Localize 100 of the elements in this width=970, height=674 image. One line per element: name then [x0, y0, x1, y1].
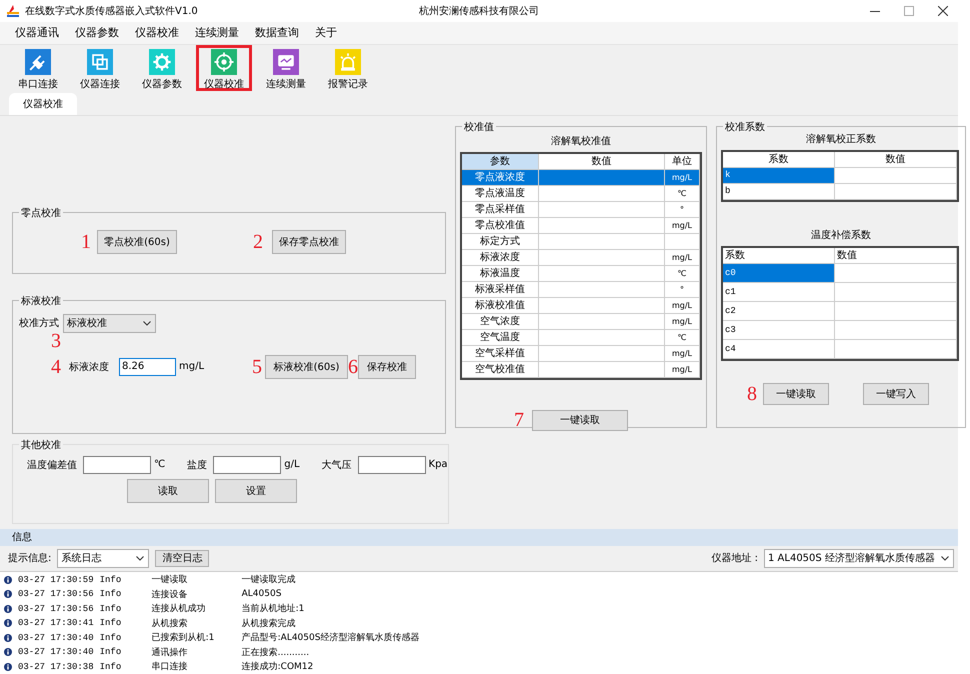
column-header[interactable]: 参数 [462, 154, 539, 170]
toolbar-button[interactable]: 仪器参数 [134, 44, 190, 91]
log-level: Info [100, 604, 122, 614]
table-cell[interactable]: 零点校准值 [462, 218, 539, 234]
toolbar-button[interactable]: 报警记录 [320, 44, 376, 91]
group-title: 标液校准 [20, 294, 62, 308]
group-title: 校准系数 [724, 120, 766, 134]
log-action: 串口连接 [152, 660, 189, 674]
menu-item[interactable]: 关于 [314, 23, 338, 42]
log-message: 一键读取完成 [242, 574, 296, 586]
write-all-button[interactable]: 一键写入 [863, 382, 929, 405]
column-header[interactable]: 数值 [539, 154, 665, 170]
menu-item[interactable]: 仪器参数 [74, 23, 120, 42]
address-dropdown[interactable]: 1 AL4050S 经济型溶解氧水质传感器 [764, 548, 954, 568]
table-cell[interactable]: c4 [723, 340, 835, 359]
log-action: 已搜索到从机:1 [152, 632, 216, 644]
column-header[interactable]: 单位 [665, 154, 700, 170]
menu-item[interactable]: 仪器校准 [134, 23, 180, 42]
table-cell[interactable]: 空气温度 [462, 330, 539, 346]
action-button[interactable]: 设置 [215, 478, 297, 503]
field-label: 温度偏差值 [27, 458, 77, 472]
company-name: 杭州安澜传感科技有限公司 [419, 4, 539, 18]
table-cell[interactable]: k [723, 168, 835, 184]
table-cell[interactable]: 零点液温度 [462, 186, 539, 202]
log-filter-dropdown[interactable]: 系统日志 [57, 548, 150, 568]
log-time: 03-27 17:30:41 [18, 618, 94, 628]
menu-item[interactable]: 仪器通讯 [14, 23, 60, 42]
standard-calibrate-button[interactable]: 标液校准(60s) [265, 354, 348, 379]
table-cell: ° [665, 202, 700, 218]
log-level: Info [100, 632, 122, 643]
action-button[interactable]: 读取 [127, 478, 209, 503]
table-cell: mg/L [665, 314, 700, 330]
table-cell: mg/L [665, 170, 700, 186]
table-cell[interactable]: c3 [723, 320, 835, 340]
step-number: 2 [253, 232, 263, 252]
window-title: 在线数字式水质传感器嵌入式软件V1.0 [25, 4, 198, 18]
tab[interactable]: 仪器校准 [9, 92, 77, 115]
read-all-button[interactable]: 一键读取 [763, 382, 829, 405]
menu-item[interactable]: 数据查询 [254, 23, 300, 42]
table-cell[interactable]: 空气浓度 [462, 314, 539, 330]
log-level: Info [100, 618, 122, 628]
table-cell[interactable]: c1 [723, 282, 835, 302]
table-cell[interactable]: b [723, 184, 835, 200]
read-all-button[interactable]: 一键读取 [532, 410, 628, 431]
table-cell[interactable]: c2 [723, 302, 835, 321]
panel-title: 信息 [12, 530, 32, 544]
clear-log-button[interactable]: 清空日志 [155, 550, 210, 567]
table-title: 温度补偿系数 [810, 228, 872, 242]
concentration-field[interactable]: 8.26 [119, 358, 176, 376]
column-header: 系数 [723, 248, 835, 264]
table-title: 溶解氧校正系数 [805, 132, 877, 146]
concentration-label: 标液浓度 [69, 360, 109, 374]
toolbar-button[interactable]: 连续测量 [258, 44, 314, 91]
log-action: 通讯操作 [152, 646, 189, 659]
log-action: 一键读取 [152, 574, 189, 586]
table-cell[interactable]: c0 [723, 264, 835, 283]
table-cell: ℃ [665, 330, 700, 346]
save-calibration-button[interactable]: 保存校准 [358, 354, 416, 379]
log-message: 正在搜索........... [242, 646, 310, 659]
table-cell[interactable]: 标液温度 [462, 266, 539, 282]
table-cell[interactable]: 零点液浓度 [462, 170, 539, 186]
column-header: 数值 [835, 248, 957, 264]
group-title: 校准值 [463, 120, 495, 134]
log-level: Info [100, 662, 122, 672]
table-cell[interactable]: 标定方式 [462, 234, 539, 250]
toolbar-button[interactable]: 仪器校准 [196, 44, 252, 91]
log-level: Info [100, 647, 122, 658]
step-number: 8 [747, 384, 757, 404]
log-action: 从机搜索 [152, 618, 189, 630]
log-message: 连接成功:COM12 [242, 660, 314, 674]
save-zero-button[interactable]: 保存零点校准 [272, 230, 346, 254]
column-header: 系数 [723, 152, 835, 168]
log-action: 连接设备 [152, 588, 189, 601]
table-cell: ℃ [665, 186, 700, 202]
field-label: 大气压 [322, 458, 352, 472]
log-time: 03-27 17:30:40 [18, 632, 94, 643]
method-dropdown[interactable]: 标液校准 [63, 314, 156, 333]
log-time: 03-27 17:30:59 [18, 574, 94, 585]
unit-label: Kpa [428, 459, 448, 470]
toolbar-button[interactable]: 串口连接 [10, 44, 66, 91]
table-cell[interactable]: 零点采样值 [462, 202, 539, 218]
table-cell: mg/L [665, 298, 700, 314]
menu-item[interactable]: 连续测量 [194, 23, 240, 42]
unit-label: mg/L [179, 361, 204, 372]
step-number: 4 [51, 356, 61, 377]
log-message: 产品型号:AL4050S经济型溶解氧水质传感器 [242, 632, 420, 644]
log-time: 03-27 17:30:40 [18, 647, 94, 658]
table-cell[interactable]: 空气采样值 [462, 346, 539, 362]
zero-calibrate-button[interactable]: 零点校准(60s) [97, 230, 177, 254]
table-cell[interactable]: 标液采样值 [462, 282, 539, 298]
table-cell[interactable]: 空气校准值 [462, 362, 539, 378]
table-cell[interactable]: 标液浓度 [462, 250, 539, 266]
table-cell[interactable]: 标液校准值 [462, 298, 539, 314]
table-cell: mg/L [665, 346, 700, 362]
log-action: 连接从机成功 [152, 602, 207, 616]
toolbar-button[interactable]: 仪器连接 [72, 44, 128, 91]
table-cell: ℃ [665, 266, 700, 282]
log-message: AL4050S [242, 589, 282, 600]
step-number: 7 [514, 410, 524, 430]
log-time: 03-27 17:30:56 [18, 604, 94, 614]
